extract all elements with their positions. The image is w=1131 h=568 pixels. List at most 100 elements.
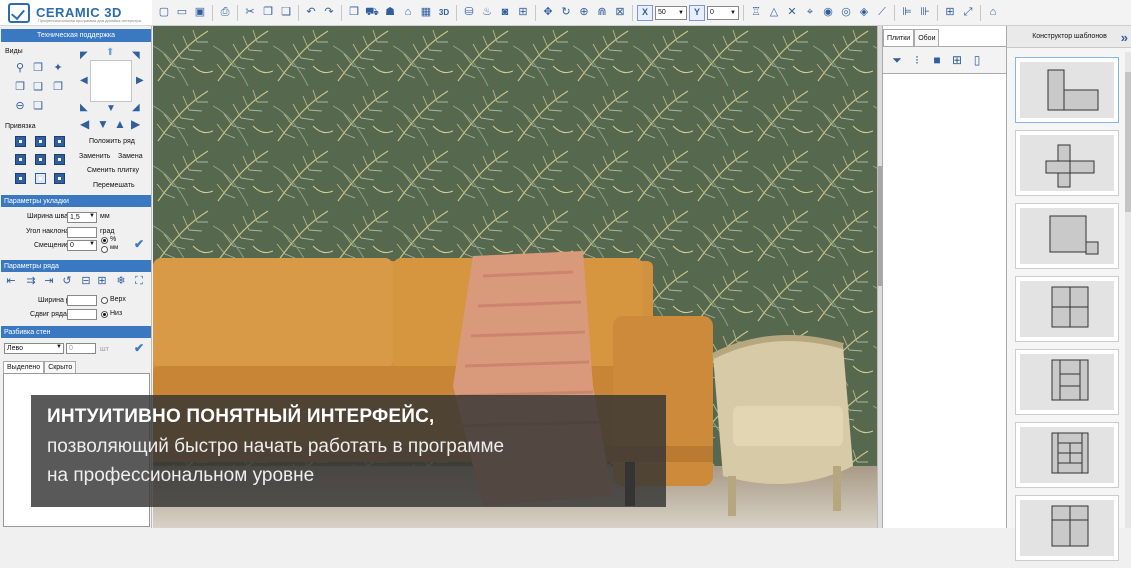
duplicate-icon[interactable]: ❏ [32,100,44,112]
home-icon[interactable]: ⬆ [106,48,114,58]
row-pattern-icon[interactable]: ❄ [115,275,127,287]
arrow-up-left-icon[interactable]: ◤ [80,51,88,61]
zoom-icon[interactable]: ⊕ [576,5,592,21]
grid-icon[interactable]: ⊠ [612,5,628,21]
seam-width-select[interactable]: 1,5 ▼ [67,212,97,223]
tab-selected[interactable]: Выделено [3,361,45,373]
3d-view-icon[interactable]: 3D [436,5,452,21]
brush-icon[interactable]: ⟋ [874,5,890,21]
cut-icon[interactable]: ✂ [242,5,258,21]
square-icon[interactable]: ■ [929,52,945,68]
change-tile-button[interactable]: Сменить плитку [87,167,139,174]
paste-icon[interactable]: ❏ [278,5,294,21]
materials-list[interactable] [883,74,1007,528]
apply-layout-check-icon[interactable]: ✔ [134,237,144,251]
person-icon[interactable]: ✦ [52,62,64,74]
ruler-icon[interactable]: ⊞ [515,5,531,21]
shuffle-button[interactable]: Перемешать [93,182,135,189]
sort-icon[interactable]: ⁝ [909,52,925,68]
camera-icon[interactable]: ◙ [497,5,513,21]
scale-icon[interactable]: ⤢ [960,5,976,21]
magnet-icon[interactable]: ⋒ [594,5,610,21]
template-item[interactable] [1015,422,1119,488]
arrow-left-icon[interactable]: ◀ [80,76,88,86]
template-item[interactable] [1015,276,1119,342]
row-undo-icon[interactable]: ↺ [61,275,73,287]
row-merge-icon[interactable]: ⊞ [96,275,108,287]
print-icon[interactable]: ⎙ [217,5,233,21]
calculator-icon[interactable]: ▦ [418,5,434,21]
y-value-select[interactable]: 0 ▼ [707,5,739,20]
row-shift-right-icon[interactable]: ⇥ [43,275,55,287]
zoom-icon[interactable]: ⚲ [14,62,26,74]
snap-top-left-icon[interactable] [15,136,26,147]
view-front-icon[interactable]: ❒ [14,81,26,93]
snap-left-icon[interactable] [15,154,26,165]
distribute-icon[interactable]: ⊪ [917,5,933,21]
nudge-left-icon[interactable]: ◀ [80,118,89,130]
view-top-icon[interactable]: ❐ [52,81,64,93]
triangle-icon[interactable]: △ [766,5,782,21]
list-icon[interactable]: ▯ [969,52,985,68]
car-icon[interactable]: ⛟ [364,5,380,21]
move-icon[interactable]: ✥ [540,5,556,21]
cube-icon[interactable]: ❒ [346,5,362,21]
nudge-up-icon[interactable]: ▲ [114,118,126,130]
grid-icon[interactable]: ⊞ [949,52,965,68]
rotate-icon[interactable]: ↻ [558,5,574,21]
offset-mm-radio[interactable] [101,246,108,253]
save-icon[interactable]: ▣ [192,5,208,21]
template-item[interactable] [1015,203,1119,269]
light-icon[interactable]: ◎ [838,5,854,21]
row-split-icon[interactable]: ⊟ [80,275,92,287]
template-item[interactable] [1015,130,1119,196]
template-item[interactable] [1015,57,1119,123]
window-icon[interactable]: ❐ [32,62,44,74]
layers-icon[interactable]: ◈ [856,5,872,21]
open-folder-icon[interactable]: ▭ [174,5,190,21]
offset-percent-radio[interactable] [101,237,108,244]
replace-button[interactable]: Заменить [79,153,110,160]
tab-tiles[interactable]: Плитки [883,29,915,46]
row-shift-input[interactable] [67,309,97,320]
row-width-input[interactable] [67,295,97,306]
cylinder-icon[interactable]: ⛁ [461,5,477,21]
row-shift-icon[interactable]: ⇉ [25,275,37,287]
arrow-up-right-icon[interactable]: ◥ [132,51,140,61]
nudge-down-icon[interactable]: ▼ [97,118,109,130]
put-row-button[interactable]: Положить ряд [89,138,135,145]
close-icon[interactable]: ✕ [784,5,800,21]
snap-right-icon[interactable] [54,154,65,165]
align-icon[interactable]: ⊫ [899,5,915,21]
snap-bottom-right-icon[interactable] [54,173,65,184]
wall-side-select[interactable]: Лево ▼ [4,343,64,354]
zoom-out-icon[interactable]: ⊖ [14,100,26,112]
tab-wallpaper[interactable]: Обои [914,29,940,46]
y-axis-button[interactable]: Y [689,4,705,21]
row-shift-left-icon[interactable]: ⇤ [5,275,17,287]
new-file-icon[interactable]: ▢ [156,5,172,21]
snap-top-icon[interactable] [35,136,46,147]
chevron-double-right-icon[interactable]: » [1121,30,1128,45]
swap-button[interactable]: Замена [118,153,143,160]
house-icon[interactable]: ⌂ [985,5,1001,21]
arrow-down-left-icon[interactable]: ◣ [80,103,88,113]
add-icon[interactable]: ⊞ [942,5,958,21]
support-button[interactable]: Техническая поддержка [1,29,151,42]
row-bottom-radio[interactable] [101,311,108,318]
undo-icon[interactable]: ↶ [303,5,319,21]
template-item[interactable] [1015,349,1119,415]
hat-icon[interactable]: ⌂ [400,5,416,21]
copy-icon[interactable]: ❐ [260,5,276,21]
arrow-right-icon[interactable]: ▶ [136,76,144,86]
arrow-down-right-icon[interactable]: ◢ [132,103,140,113]
shape-icon[interactable]: ☗ [382,5,398,21]
snap-center-icon[interactable] [35,154,46,165]
arrow-down-icon[interactable]: ▼ [106,104,116,114]
snap-bottom-left-icon[interactable] [15,173,26,184]
row-top-radio[interactable] [101,297,108,304]
template-item[interactable] [1015,495,1119,561]
paint-icon[interactable]: ♨ [479,5,495,21]
wall-count-input[interactable]: 0 [66,343,96,354]
tilt-angle-input[interactable] [67,227,97,238]
